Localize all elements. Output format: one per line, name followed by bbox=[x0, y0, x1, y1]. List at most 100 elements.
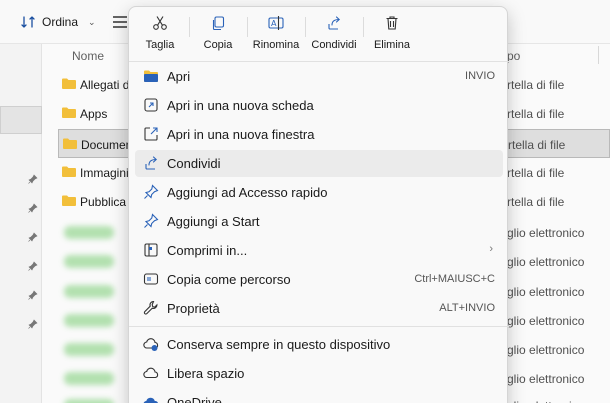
file-type: rtella di file bbox=[507, 107, 565, 121]
file-type: rtella di file bbox=[507, 78, 565, 92]
rename-label: Rinomina bbox=[252, 39, 300, 51]
menu-item-shortcut: Ctrl+MAIUSC+C bbox=[414, 273, 495, 285]
menu-item-label: Condividi bbox=[167, 156, 221, 171]
pin-icon bbox=[28, 174, 38, 184]
file-type: glio elettronico bbox=[507, 226, 585, 240]
rename-button[interactable]: A Rinomina bbox=[245, 13, 307, 57]
view-options-icon[interactable] bbox=[112, 15, 128, 29]
sort-label: Ordina bbox=[42, 15, 79, 29]
menu-item-compress[interactable]: Comprimi in... › bbox=[135, 237, 503, 264]
copy-path-icon bbox=[143, 273, 159, 285]
menu-item-open-new-window[interactable]: Apri in una nuova finestra bbox=[135, 121, 503, 148]
folder-icon bbox=[62, 166, 76, 177]
blurred-file-name bbox=[64, 314, 114, 327]
cut-button[interactable]: Taglia bbox=[129, 13, 191, 57]
menu-item-label: Libera spazio bbox=[167, 366, 245, 381]
svg-text:A: A bbox=[271, 19, 277, 28]
file-type: glio elettronico bbox=[507, 399, 584, 403]
file-type: rtella di file bbox=[508, 138, 566, 152]
menu-item-label: Conserva sempre in questo dispositivo bbox=[167, 337, 391, 352]
folder-open-icon bbox=[144, 70, 158, 82]
file-name: Pubblica bbox=[80, 195, 127, 209]
menu-item-label: OneDrive bbox=[167, 395, 222, 403]
blurred-file-name bbox=[64, 399, 114, 403]
onedrive-icon bbox=[143, 397, 158, 403]
rename-icon: A bbox=[268, 16, 284, 30]
menu-item-share[interactable]: Condividi bbox=[135, 150, 503, 177]
navigation-pane bbox=[0, 44, 42, 403]
cloud-icon bbox=[143, 367, 159, 379]
folder-icon bbox=[63, 138, 77, 149]
context-menu-actions: Taglia Copia A Rinomina Condividi Elimin… bbox=[129, 7, 509, 61]
blurred-file-name bbox=[64, 343, 114, 356]
menu-item-label: Apri in una nuova scheda bbox=[167, 98, 314, 113]
copy-button[interactable]: Copia bbox=[187, 13, 249, 57]
menu-item-label: Aggiungi a Start bbox=[167, 214, 260, 229]
menu-item-keep-on-device[interactable]: Conserva sempre in questo dispositivo bbox=[135, 331, 503, 358]
new-tab-icon bbox=[144, 98, 158, 112]
blurred-file-name bbox=[64, 372, 114, 385]
menu-item-open-new-tab[interactable]: Apri in una nuova scheda bbox=[135, 92, 503, 119]
context-menu: Taglia Copia A Rinomina Condividi Elimin… bbox=[128, 6, 509, 403]
file-type: glio elettronico bbox=[507, 314, 585, 328]
delete-button[interactable]: Elimina bbox=[361, 13, 423, 57]
archive-icon bbox=[144, 243, 158, 257]
cloud-keep-icon bbox=[143, 338, 159, 351]
file-type: rtella di file bbox=[507, 166, 565, 180]
copy-label: Copia bbox=[203, 39, 233, 51]
file-name: Immagini bbox=[80, 166, 129, 180]
menu-item-pin-start[interactable]: Aggiungi a Start bbox=[135, 208, 503, 235]
blurred-file-name bbox=[64, 226, 114, 239]
folder-icon bbox=[62, 78, 76, 89]
menu-item-label: Apri bbox=[167, 69, 191, 84]
share-label: Condividi bbox=[311, 39, 357, 51]
file-type: glio elettronico bbox=[507, 372, 585, 386]
scissors-icon bbox=[153, 16, 167, 30]
copy-icon bbox=[212, 16, 225, 31]
share-icon bbox=[328, 16, 341, 30]
share-action-button[interactable]: Condividi bbox=[303, 13, 365, 57]
menu-item-label: Copia come percorso bbox=[167, 272, 291, 287]
blurred-file-name bbox=[64, 285, 114, 298]
menu-item-onedrive[interactable]: OneDrive bbox=[135, 389, 503, 403]
menu-item-open[interactable]: Apri INVIO bbox=[135, 63, 503, 90]
cut-label: Taglia bbox=[145, 39, 175, 51]
menu-item-label: Aggiungi ad Accesso rapido bbox=[167, 185, 328, 200]
pin-icon bbox=[28, 232, 38, 242]
pin-icon bbox=[28, 261, 38, 271]
column-divider[interactable] bbox=[598, 46, 599, 64]
menu-divider bbox=[129, 326, 509, 327]
nav-selected-item[interactable] bbox=[0, 106, 42, 134]
pin-icon bbox=[144, 184, 159, 199]
menu-item-properties[interactable]: Proprietà ALT+INVIO bbox=[135, 295, 503, 322]
menu-item-shortcut: INVIO bbox=[465, 70, 495, 82]
delete-label: Elimina bbox=[373, 39, 411, 51]
trash-icon bbox=[386, 16, 398, 30]
blurred-file-name bbox=[64, 255, 114, 268]
pin-icon bbox=[28, 203, 38, 213]
file-type: glio elettronico bbox=[507, 285, 585, 299]
column-type-header[interactable]: po bbox=[507, 49, 520, 63]
sort-button[interactable]: Ordina ⌄ bbox=[20, 13, 96, 31]
submenu-chevron-icon: › bbox=[489, 243, 493, 255]
menu-item-shortcut: ALT+INVIO bbox=[439, 302, 495, 314]
sort-icon bbox=[21, 16, 35, 28]
share-icon bbox=[145, 156, 158, 170]
menu-item-label: Apri in una nuova finestra bbox=[167, 127, 315, 142]
menu-divider bbox=[129, 61, 509, 62]
menu-item-free-space[interactable]: Libera spazio bbox=[135, 360, 503, 387]
pin-icon bbox=[28, 290, 38, 300]
file-type: glio elettronico bbox=[507, 343, 585, 357]
wrench-icon bbox=[143, 300, 158, 315]
menu-item-label: Comprimi in... bbox=[167, 243, 248, 258]
menu-item-label: Proprietà bbox=[167, 301, 220, 316]
new-window-icon bbox=[144, 127, 158, 141]
file-name: Apps bbox=[80, 107, 108, 121]
menu-item-pin-quick-access[interactable]: Aggiungi ad Accesso rapido bbox=[135, 179, 503, 206]
column-name-header[interactable]: Nome bbox=[72, 49, 104, 63]
menu-item-copy-path[interactable]: Copia come percorso Ctrl+MAIUSC+C bbox=[135, 266, 503, 293]
file-name: Allegati d bbox=[80, 78, 130, 92]
pin-icon bbox=[28, 319, 38, 329]
file-type: rtella di file bbox=[507, 195, 565, 209]
file-type: glio elettronico bbox=[507, 255, 585, 269]
